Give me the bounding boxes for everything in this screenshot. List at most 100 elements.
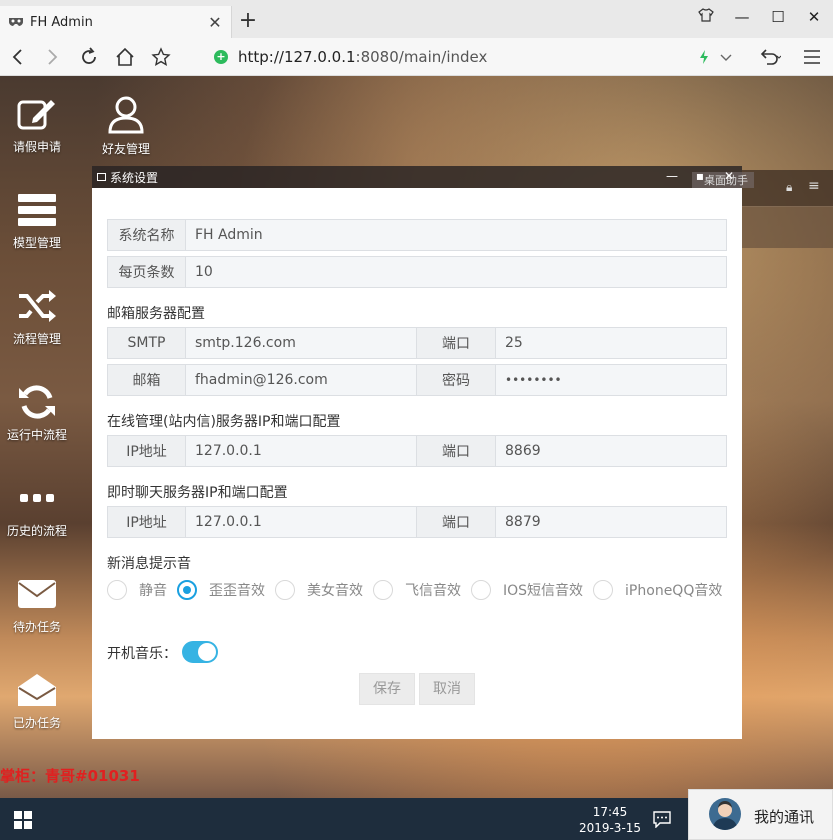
list-menu-icon[interactable]: ≡: [808, 178, 820, 194]
desktop-icon-friends[interactable]: 好友管理: [86, 96, 166, 157]
desktop-icon-label: 流程管理: [12, 332, 61, 346]
desktop-icon-history-process[interactable]: 历史的流程: [0, 480, 77, 539]
im-port-input[interactable]: 8879: [496, 506, 727, 538]
radio-label: 歪歪音效: [209, 583, 265, 599]
taskbar-clock[interactable]: 17:45 2019-3-15: [575, 804, 645, 836]
browser-nav-bar: + http://127.0.0.1:8080/main/index: [0, 38, 833, 76]
save-button[interactable]: 保存: [359, 673, 415, 705]
clock-time: 17:45: [592, 805, 628, 819]
shirt-icon[interactable]: [688, 8, 724, 30]
system-name-row: 系统名称 FH Admin: [107, 219, 727, 251]
lightning-icon[interactable]: [692, 45, 716, 69]
desktop-icon-leave-request[interactable]: 请假申请: [0, 96, 77, 155]
sound-option-mute[interactable]: 静音: [107, 580, 167, 600]
online-ip-label: IP地址: [107, 435, 186, 467]
desktop-toolbar-strip: 🔒︎ ≡: [742, 170, 833, 206]
radio-circle[interactable]: [107, 580, 127, 600]
undo-icon[interactable]: [758, 45, 782, 69]
radio-circle[interactable]: [275, 580, 295, 600]
desktop-icon-model-manage[interactable]: 模型管理: [0, 192, 77, 251]
im-section-title: 即时聊天服务器IP和端口配置: [107, 485, 288, 501]
radio-circle[interactable]: [471, 580, 491, 600]
dropdown-chevron-icon[interactable]: [714, 45, 738, 69]
home-icon[interactable]: [113, 45, 137, 69]
sound-option-iphone-qq[interactable]: iPhoneQQ音效: [593, 580, 722, 600]
desktop-icon-label: 已办任务: [12, 716, 61, 730]
tab-title: FH Admin: [30, 14, 93, 30]
refresh-icon: [19, 385, 55, 419]
chat-bubble-icon[interactable]: [652, 810, 672, 832]
desktop-icon-process-manage[interactable]: 流程管理: [0, 288, 77, 347]
im-ip-label: IP地址: [107, 506, 186, 538]
system-name-input[interactable]: FH Admin: [186, 219, 727, 251]
url-text: http://127.0.0.1:8080/main/index: [238, 48, 487, 66]
sound-option-beauty[interactable]: 美女音效: [275, 580, 363, 600]
bookmark-star-icon[interactable]: [149, 45, 173, 69]
desktop-icon-label: 待办任务: [12, 620, 61, 634]
forward-icon[interactable]: [40, 45, 64, 69]
radio-circle-selected[interactable]: [177, 580, 197, 600]
back-icon[interactable]: [6, 45, 30, 69]
user-icon: [108, 96, 144, 134]
radio-label: 静音: [139, 583, 167, 599]
im-ip-input[interactable]: 127.0.0.1: [186, 506, 417, 538]
dots-icon: [20, 494, 54, 502]
contacts-button[interactable]: 我的通讯: [688, 789, 833, 840]
maximize-icon[interactable]: ☐: [760, 8, 796, 30]
secure-shield-icon: +: [214, 50, 228, 64]
sound-option-ios-sms[interactable]: IOS短信音效: [471, 580, 583, 600]
server-icon: [18, 194, 56, 226]
sound-section-title: 新消息提示音: [107, 556, 191, 572]
boot-music-toggle[interactable]: [182, 641, 218, 663]
avatar: [709, 798, 741, 830]
close-window-icon[interactable]: ✕: [796, 8, 832, 30]
radio-circle[interactable]: [373, 580, 393, 600]
online-server-row: IP地址 127.0.0.1 端口 8869: [107, 435, 727, 467]
desktop-icon-label: 运行中流程: [6, 428, 67, 442]
online-port-input[interactable]: 8869: [496, 435, 727, 467]
smtp-input[interactable]: smtp.126.com: [186, 327, 417, 359]
radio-label: iPhoneQQ音效: [625, 583, 723, 599]
desktop-icon-label: 好友管理: [101, 142, 150, 156]
online-ip-input[interactable]: 127.0.0.1: [186, 435, 417, 467]
desktop-icon-todo-tasks[interactable]: 待办任务: [0, 576, 77, 635]
radio-label: IOS短信音效: [503, 583, 584, 599]
reload-icon[interactable]: [77, 45, 101, 69]
tab-close-icon[interactable]: ✕: [205, 13, 225, 32]
password-label: 密码: [417, 364, 496, 396]
clock-date: 2019-3-15: [578, 821, 642, 835]
sound-option-fetion[interactable]: 飞信音效: [373, 580, 461, 600]
im-server-row: IP地址 127.0.0.1 端口 8879: [107, 506, 727, 538]
lock-icon[interactable]: 🔒︎: [786, 180, 792, 195]
desktop-icon-running-process[interactable]: 运行中流程: [0, 384, 77, 443]
modal-minimize-icon[interactable]: —: [664, 168, 680, 184]
email-input[interactable]: fhadmin@126.com: [186, 364, 417, 396]
password-input[interactable]: ••••••••: [496, 364, 727, 396]
modal-close-icon[interactable]: ✕: [721, 168, 737, 184]
browser-tab-bar: FH Admin ✕ + — ☐ ✕: [0, 0, 833, 38]
modal-maximize-icon[interactable]: ▪: [692, 168, 708, 184]
smtp-port-input[interactable]: 25: [496, 327, 727, 359]
url-path: :8080/main/index: [355, 48, 488, 66]
cancel-button[interactable]: 取消: [419, 673, 475, 705]
menu-icon[interactable]: [800, 45, 824, 69]
browser-tab[interactable]: FH Admin ✕: [0, 6, 232, 38]
edit-icon: [17, 100, 55, 130]
page-size-input[interactable]: 10: [186, 256, 727, 288]
windows-start-icon[interactable]: [14, 811, 32, 829]
desktop-icon-done-tasks[interactable]: 已办任务: [0, 672, 77, 731]
system-name-label: 系统名称: [107, 219, 186, 251]
contacts-label: 我的通讯: [754, 808, 815, 826]
radio-label: 美女音效: [307, 583, 363, 599]
mask-icon: [8, 15, 24, 29]
boot-music-label: 开机音乐：: [107, 646, 177, 662]
address-bar[interactable]: + http://127.0.0.1:8080/main/index: [208, 43, 748, 71]
modal-title: 系统设置: [110, 171, 159, 185]
page-size-row: 每页条数 10: [107, 256, 727, 288]
new-tab-icon[interactable]: +: [236, 10, 260, 34]
modal-titlebar[interactable]: 系统设置 桌面助手 — ▪ ✕: [92, 166, 754, 188]
sound-option-yy[interactable]: 歪歪音效: [177, 580, 265, 600]
radio-circle[interactable]: [593, 580, 614, 600]
minimize-icon[interactable]: —: [724, 8, 760, 30]
envelope-open-icon: [18, 674, 56, 706]
